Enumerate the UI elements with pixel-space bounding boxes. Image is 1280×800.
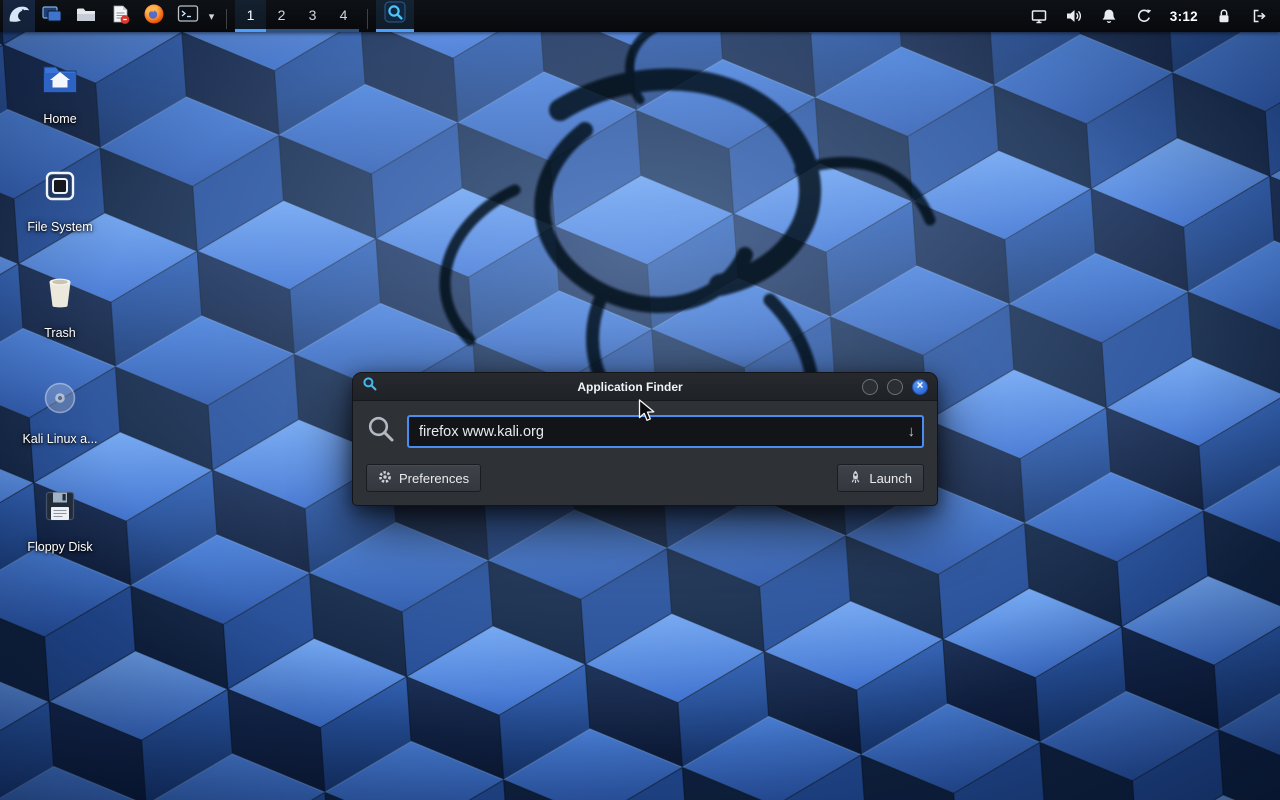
desktop-icon-label: Trash [44,326,76,340]
launch-button[interactable]: Launch [837,464,924,492]
launcher-firefox[interactable] [137,0,171,32]
desktop-icon-label: Floppy Disk [27,540,92,554]
launch-rocket-icon [849,470,862,487]
desktop-icon-floppy-disk[interactable]: Floppy Disk [12,486,108,554]
workspace-button-3[interactable]: 3 [297,0,328,32]
desktop-icon-kali-linux[interactable]: Kali Linux a... [12,378,108,446]
firefox-icon [142,2,166,31]
minimize-button[interactable] [862,379,878,395]
kali-menu-button[interactable] [3,0,35,32]
launch-label: Launch [869,471,912,486]
desktop-icon-label: File System [27,220,92,234]
desktop-icon-trash[interactable]: Trash [12,272,108,340]
panel-separator [226,9,227,29]
close-button[interactable]: × [912,379,928,395]
titlebar[interactable]: Application Finder × [353,373,937,401]
terminal-icon [176,2,200,31]
search-input[interactable] [407,415,924,448]
workspace-button-4[interactable]: 4 [328,0,359,32]
history-dropdown-icon[interactable]: ↓ [908,423,916,440]
workspace-button-1[interactable]: 1 [235,0,266,32]
gear-icon [378,470,392,487]
document-icon [108,2,132,31]
desktop-icon-home[interactable]: Home [12,58,108,126]
top-panel: ▾ 1 2 3 4 [0,0,1280,32]
panel-separator [367,9,368,29]
drive-icon [40,166,80,211]
lock-icon[interactable] [1215,0,1233,32]
floppy-icon [40,486,80,531]
maximize-button[interactable] [887,379,903,395]
workspace-button-2[interactable]: 2 [266,0,297,32]
launcher-file-manager[interactable] [35,0,69,32]
app-finder-icon [383,0,407,29]
preferences-button[interactable]: Preferences [366,464,481,492]
taskbar-application-finder[interactable] [376,0,414,32]
status-update-icon[interactable] [1135,0,1153,32]
desktop-icon-file-system[interactable]: File System [12,166,108,234]
launcher-terminal[interactable] [171,0,205,32]
folder-icon [74,2,98,31]
clock[interactable]: 3:12 [1170,9,1198,24]
window-app-icon [362,376,378,397]
search-icon [366,414,396,449]
launcher-text-editor[interactable] [103,0,137,32]
disc-icon [40,378,80,423]
logout-icon[interactable] [1250,0,1268,32]
application-finder-window: Application Finder × ↓ [352,372,938,506]
desktop-icon-label: Home [43,112,76,126]
trash-icon [40,272,80,317]
kali-logo-icon [7,2,31,31]
terminal-dropdown-caret[interactable]: ▾ [205,0,218,32]
desktop: ▾ 1 2 3 4 [0,0,1280,800]
home-folder-icon [40,58,80,103]
notifications-bell-icon[interactable] [1100,0,1118,32]
mouse-cursor [638,399,659,428]
desktop-icon-label: Kali Linux a... [22,432,97,446]
window-title: Application Finder [423,380,837,394]
preferences-label: Preferences [399,471,469,486]
display-icon[interactable] [1030,0,1048,32]
volume-icon[interactable] [1065,0,1083,32]
windows-icon [40,2,64,31]
launcher-folder[interactable] [69,0,103,32]
